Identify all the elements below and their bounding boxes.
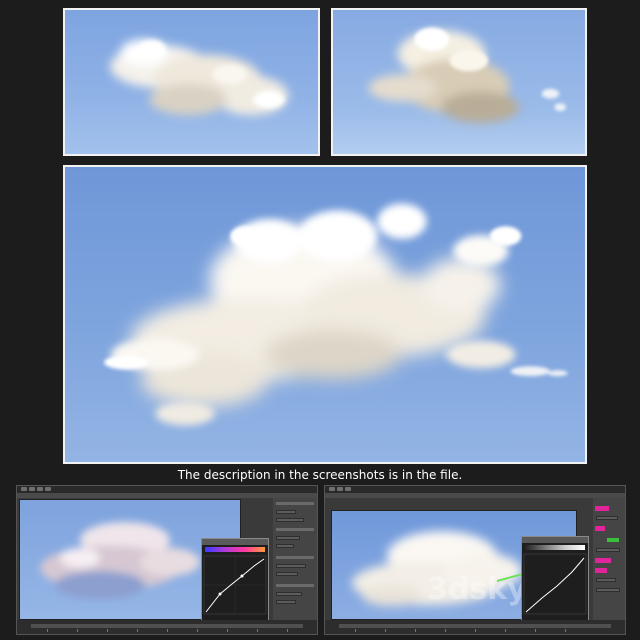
toolbar-icon[interactable] — [45, 487, 51, 491]
properties-panel — [593, 498, 625, 620]
toolbar-icon[interactable] — [37, 487, 43, 491]
curve-graph[interactable] — [202, 554, 268, 618]
cloud-render-top-left — [63, 8, 320, 156]
cloud-image — [103, 203, 568, 426]
menu-bar[interactable] — [17, 493, 317, 498]
menu-bar[interactable] — [325, 493, 625, 498]
magenta-tag[interactable] — [595, 558, 611, 563]
curve-graph[interactable] — [522, 552, 588, 618]
toolbar-icon[interactable] — [21, 487, 27, 491]
curve-editor-icon — [522, 537, 588, 543]
toolbar-icon[interactable] — [345, 487, 351, 491]
software-screenshot-left — [16, 485, 318, 635]
panel-field[interactable] — [276, 518, 304, 522]
toolbar-icon[interactable] — [329, 487, 335, 491]
window-titlebar — [17, 486, 317, 493]
panel-row — [276, 556, 314, 559]
timeline-icon[interactable] — [339, 624, 611, 628]
panel-field[interactable] — [596, 548, 620, 552]
panel-row — [276, 528, 314, 531]
green-tag[interactable] — [607, 538, 619, 542]
cloud-image — [368, 27, 567, 123]
panel-field[interactable] — [596, 588, 620, 592]
cloud-render-main — [63, 165, 587, 464]
timeline-icon[interactable] — [31, 624, 303, 628]
curve-editor-window[interactable] — [521, 536, 589, 622]
curve-editor-window[interactable] — [201, 538, 269, 621]
magenta-tag[interactable] — [595, 506, 609, 511]
panel-field[interactable] — [276, 544, 294, 548]
caption-text: The description in the screenshots is in… — [177, 468, 463, 482]
software-screenshot-right: 3dsky — [324, 485, 626, 635]
curve-editor-icon — [202, 539, 268, 545]
panel-field[interactable] — [596, 516, 618, 520]
grayscale-gradient-strip[interactable] — [525, 545, 585, 550]
panel-field[interactable] — [276, 564, 306, 568]
panel-field[interactable] — [276, 510, 296, 514]
timeline-bar[interactable] — [17, 620, 317, 634]
window-titlebar — [325, 486, 625, 493]
panel-row — [276, 502, 314, 505]
magenta-tag[interactable] — [595, 568, 607, 573]
panel-field[interactable] — [596, 578, 616, 582]
panel-field[interactable] — [276, 536, 300, 540]
color-gradient-strip[interactable] — [205, 547, 265, 552]
panel-row — [276, 584, 314, 587]
properties-panel — [273, 498, 317, 620]
timeline-bar[interactable] — [325, 620, 625, 634]
panel-field[interactable] — [276, 592, 302, 596]
cloud-render-top-right — [331, 8, 587, 156]
panel-field[interactable] — [276, 572, 298, 576]
cloud-image — [110, 39, 289, 116]
toolbar-icon[interactable] — [29, 487, 35, 491]
watermark-text: 3dsky — [427, 572, 527, 607]
magenta-tag[interactable] — [595, 526, 605, 531]
panel-field[interactable] — [276, 600, 296, 604]
toolbar-icon[interactable] — [337, 487, 343, 491]
